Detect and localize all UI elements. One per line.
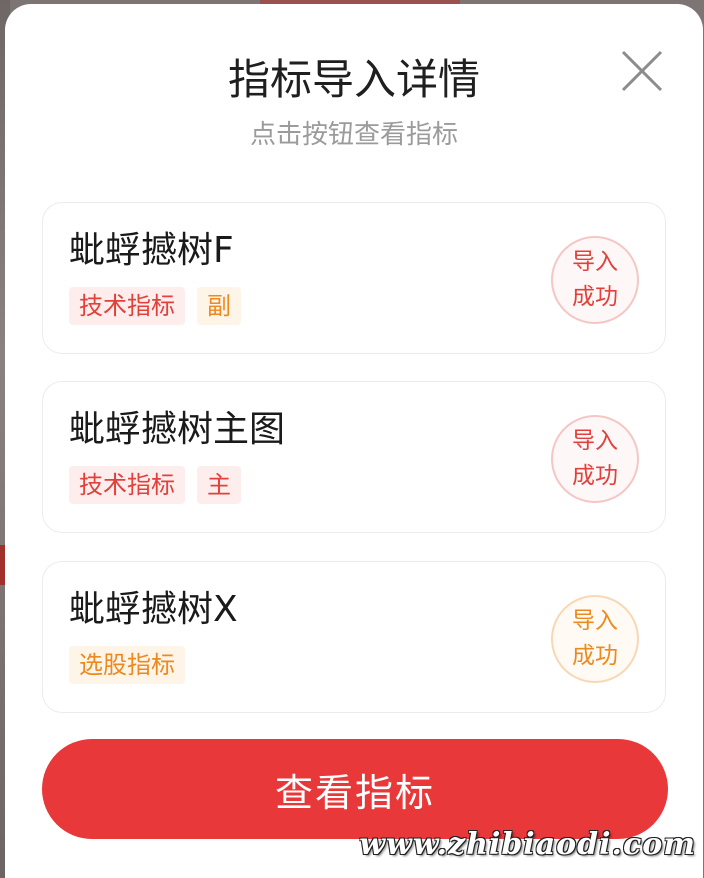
indicator-tags: 技术指标 主	[69, 466, 241, 504]
close-button[interactable]	[619, 48, 665, 94]
close-icon	[621, 50, 663, 92]
badge-line2: 成功	[572, 463, 618, 489]
badge-line1: 导入	[572, 249, 618, 275]
badge-line2: 成功	[572, 284, 618, 310]
tag-main: 主	[197, 466, 241, 504]
badge-line1: 导入	[572, 428, 618, 454]
view-indicators-button[interactable]: 查看指标	[42, 739, 668, 839]
tag-sub: 副	[197, 287, 241, 325]
indicator-name: 蚍蜉撼树F	[69, 230, 234, 271]
watermark: www.zhibiaodi.com	[359, 827, 696, 862]
tag-stock-picking: 选股指标	[69, 646, 185, 684]
indicator-tags: 选股指标	[69, 646, 185, 684]
tag-technical: 技术指标	[69, 466, 185, 504]
tag-technical: 技术指标	[69, 287, 185, 325]
indicator-name: 蚍蜉撼树主图	[69, 409, 286, 450]
indicator-tags: 技术指标 副	[69, 287, 241, 325]
dialog-subtitle: 点击按钮查看指标	[249, 120, 458, 150]
badge-line2: 成功	[572, 643, 618, 669]
import-success-badge: 导入 成功	[551, 415, 639, 503]
badge-line1: 导入	[572, 608, 618, 634]
indicator-name: 蚍蜉撼树X	[69, 589, 238, 630]
dialog-title: 指标导入详情	[227, 55, 480, 104]
indicator-card: 蚍蜉撼树F 技术指标 副 导入 成功	[42, 202, 666, 354]
import-details-dialog: 指标导入详情 点击按钮查看指标 蚍蜉撼树F 技术指标 副 导入 成功 蚍蜉撼树主…	[5, 4, 703, 878]
indicator-card: 蚍蜉撼树X 选股指标 导入 成功	[42, 561, 666, 713]
import-success-badge: 导入 成功	[551, 236, 639, 324]
import-success-badge: 导入 成功	[551, 595, 639, 683]
indicator-card: 蚍蜉撼树主图 技术指标 主 导入 成功	[42, 381, 666, 533]
